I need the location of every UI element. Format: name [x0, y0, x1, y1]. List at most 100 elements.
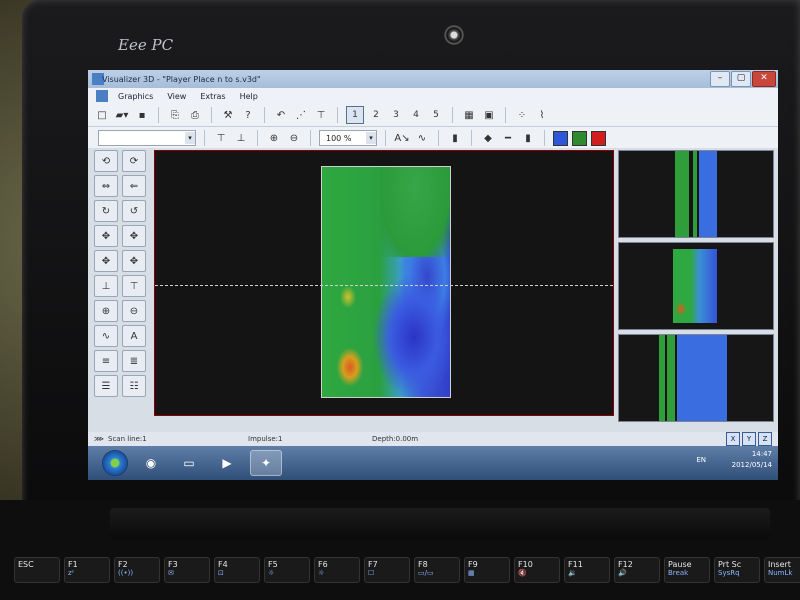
tilt-up-icon[interactable]: ↺	[122, 200, 146, 222]
color-swatch-blue[interactable]	[553, 130, 568, 146]
print-icon[interactable]: ⎙	[187, 107, 203, 123]
zoom-dropdown[interactable]: 100 % ▾	[319, 130, 377, 146]
flip-reverse-icon[interactable]: ⇐	[122, 175, 146, 197]
key-f6[interactable]: F6 ☼	[314, 557, 360, 583]
pan-alt-icon[interactable]: ✥	[122, 250, 146, 272]
key-f12[interactable]: F12 🔊	[614, 557, 660, 583]
start-button[interactable]	[102, 450, 128, 476]
list-icon[interactable]: ☰	[94, 375, 118, 397]
zoom-in-icon[interactable]: ⊕	[94, 300, 118, 322]
key-f5[interactable]: F5 ☼	[264, 557, 310, 583]
view-4-button[interactable]: 4	[408, 107, 424, 123]
open-folder-icon[interactable]: ▰▾	[114, 107, 130, 123]
points-icon[interactable]: ⁘	[514, 107, 530, 123]
align-lines-icon[interactable]: ≡	[94, 350, 118, 372]
menu-extras[interactable]: Extras	[200, 92, 225, 101]
menu-graphics[interactable]: Graphics	[118, 92, 153, 101]
key-f3[interactable]: F3 ✉	[164, 557, 210, 583]
radar-viewport[interactable]	[154, 150, 614, 416]
minimize-button[interactable]: –	[710, 71, 730, 87]
key-f8[interactable]: F8 ▭/▭	[414, 557, 460, 583]
key-f7[interactable]: F7 ☐	[364, 557, 410, 583]
undo-icon[interactable]: ↶	[273, 107, 289, 123]
filter-icon[interactable]: ⋰	[293, 107, 309, 123]
tools-icon[interactable]: ⚒	[220, 107, 236, 123]
align-lines-alt-icon[interactable]: ≣	[122, 350, 146, 372]
flip-horizontal-icon[interactable]: ⇔	[94, 175, 118, 197]
key-prt-sc[interactable]: Prt Sc SysRq	[714, 557, 760, 583]
language-indicator[interactable]: EN	[696, 456, 706, 464]
view-2-button[interactable]: 2	[368, 107, 384, 123]
key-f2[interactable]: F2 ((•))	[114, 557, 160, 583]
color-swatch-green[interactable]	[572, 130, 587, 146]
axis-x-button[interactable]: X	[726, 432, 740, 446]
key-label: ESC	[18, 560, 34, 569]
topline-icon[interactable]: ⊤	[122, 275, 146, 297]
key-label: F12	[618, 560, 633, 569]
key-f11[interactable]: F11 🔉	[564, 557, 610, 583]
amplitude-icon[interactable]: A↘	[394, 130, 410, 146]
tilt-down-icon[interactable]: ↻	[94, 200, 118, 222]
rotate-right-icon[interactable]: ⟳	[122, 150, 146, 172]
layer-icon[interactable]: ◆	[480, 130, 496, 146]
pan-icon[interactable]: ✥	[94, 250, 118, 272]
line-icon[interactable]: ━	[500, 130, 516, 146]
new-file-icon[interactable]: □	[94, 107, 110, 123]
view-5-button[interactable]: 5	[428, 107, 444, 123]
maximize-button[interactable]: ▢	[731, 71, 751, 87]
grid-icon[interactable]: ▦	[461, 107, 477, 123]
key-f10[interactable]: F10 🔇	[514, 557, 560, 583]
close-button[interactable]: ✕	[752, 71, 776, 87]
layer-dropdown[interactable]: ▾	[98, 130, 196, 146]
separator	[438, 130, 439, 146]
key-label: F1	[68, 560, 78, 569]
axis-z-button[interactable]: Z	[758, 432, 772, 446]
preview-middle[interactable]	[618, 242, 774, 330]
column-icon[interactable]: ▮	[520, 130, 536, 146]
baseline-icon[interactable]: ⊥	[94, 275, 118, 297]
zoom-out-icon[interactable]: ⊖	[122, 300, 146, 322]
wave-icon[interactable]: ∿	[94, 325, 118, 347]
align-bottom-icon[interactable]: ⊥	[233, 130, 249, 146]
visualizer-app-icon[interactable]: ✦	[250, 450, 282, 476]
key-insert[interactable]: Insert NumLk	[764, 557, 800, 583]
list-alt-icon[interactable]: ☷	[122, 375, 146, 397]
marker-icon[interactable]: ⊤	[313, 107, 329, 123]
browser-icon[interactable]: ◉	[136, 451, 166, 475]
key-f9[interactable]: F9 ▦	[464, 557, 510, 583]
file-menu-icon[interactable]	[96, 90, 108, 102]
move-all-alt-icon[interactable]: ✥	[122, 225, 146, 247]
preview-top[interactable]	[618, 150, 774, 238]
menu-help[interactable]: Help	[240, 92, 258, 101]
amplitude-icon[interactable]: A	[122, 325, 146, 347]
image-icon[interactable]: ▣	[481, 107, 497, 123]
key-f1[interactable]: F1 zᶻ	[64, 557, 110, 583]
menu-view[interactable]: View	[167, 92, 186, 101]
export-icon[interactable]: ⎘	[167, 107, 183, 123]
clock[interactable]: 14:47 2012/05/14	[732, 449, 772, 471]
graph-icon[interactable]: ⌇	[534, 107, 550, 123]
align-top-icon[interactable]: ⊤	[213, 130, 229, 146]
media-player-icon[interactable]: ▶	[212, 451, 242, 475]
help-icon[interactable]: ?	[240, 107, 256, 123]
color-swatch-red[interactable]	[591, 130, 606, 146]
wave-icon[interactable]: ∿	[414, 130, 430, 146]
scan-line-marker[interactable]	[155, 285, 613, 286]
key-esc[interactable]: ESC	[14, 557, 60, 583]
view-1-button[interactable]: 1	[346, 106, 364, 124]
key-f4[interactable]: F4 ⊡	[214, 557, 260, 583]
preview-bottom[interactable]	[618, 334, 774, 422]
move-all-icon[interactable]: ✥	[94, 225, 118, 247]
book-icon[interactable]: ▮	[447, 130, 463, 146]
key-sublabel: 🔉	[568, 569, 577, 577]
axis-y-button[interactable]: Y	[742, 432, 756, 446]
key-pause[interactable]: Pause Break	[664, 557, 710, 583]
webcam	[444, 25, 464, 45]
zoom-out-icon[interactable]: ⊖	[286, 130, 302, 146]
zoom-in-icon[interactable]: ⊕	[266, 130, 282, 146]
key-label: Prt Sc	[718, 560, 742, 569]
view-3-button[interactable]: 3	[388, 107, 404, 123]
save-icon[interactable]: ▪	[134, 107, 150, 123]
rotate-left-icon[interactable]: ⟲	[94, 150, 118, 172]
folder-icon[interactable]: ▭	[174, 451, 204, 475]
